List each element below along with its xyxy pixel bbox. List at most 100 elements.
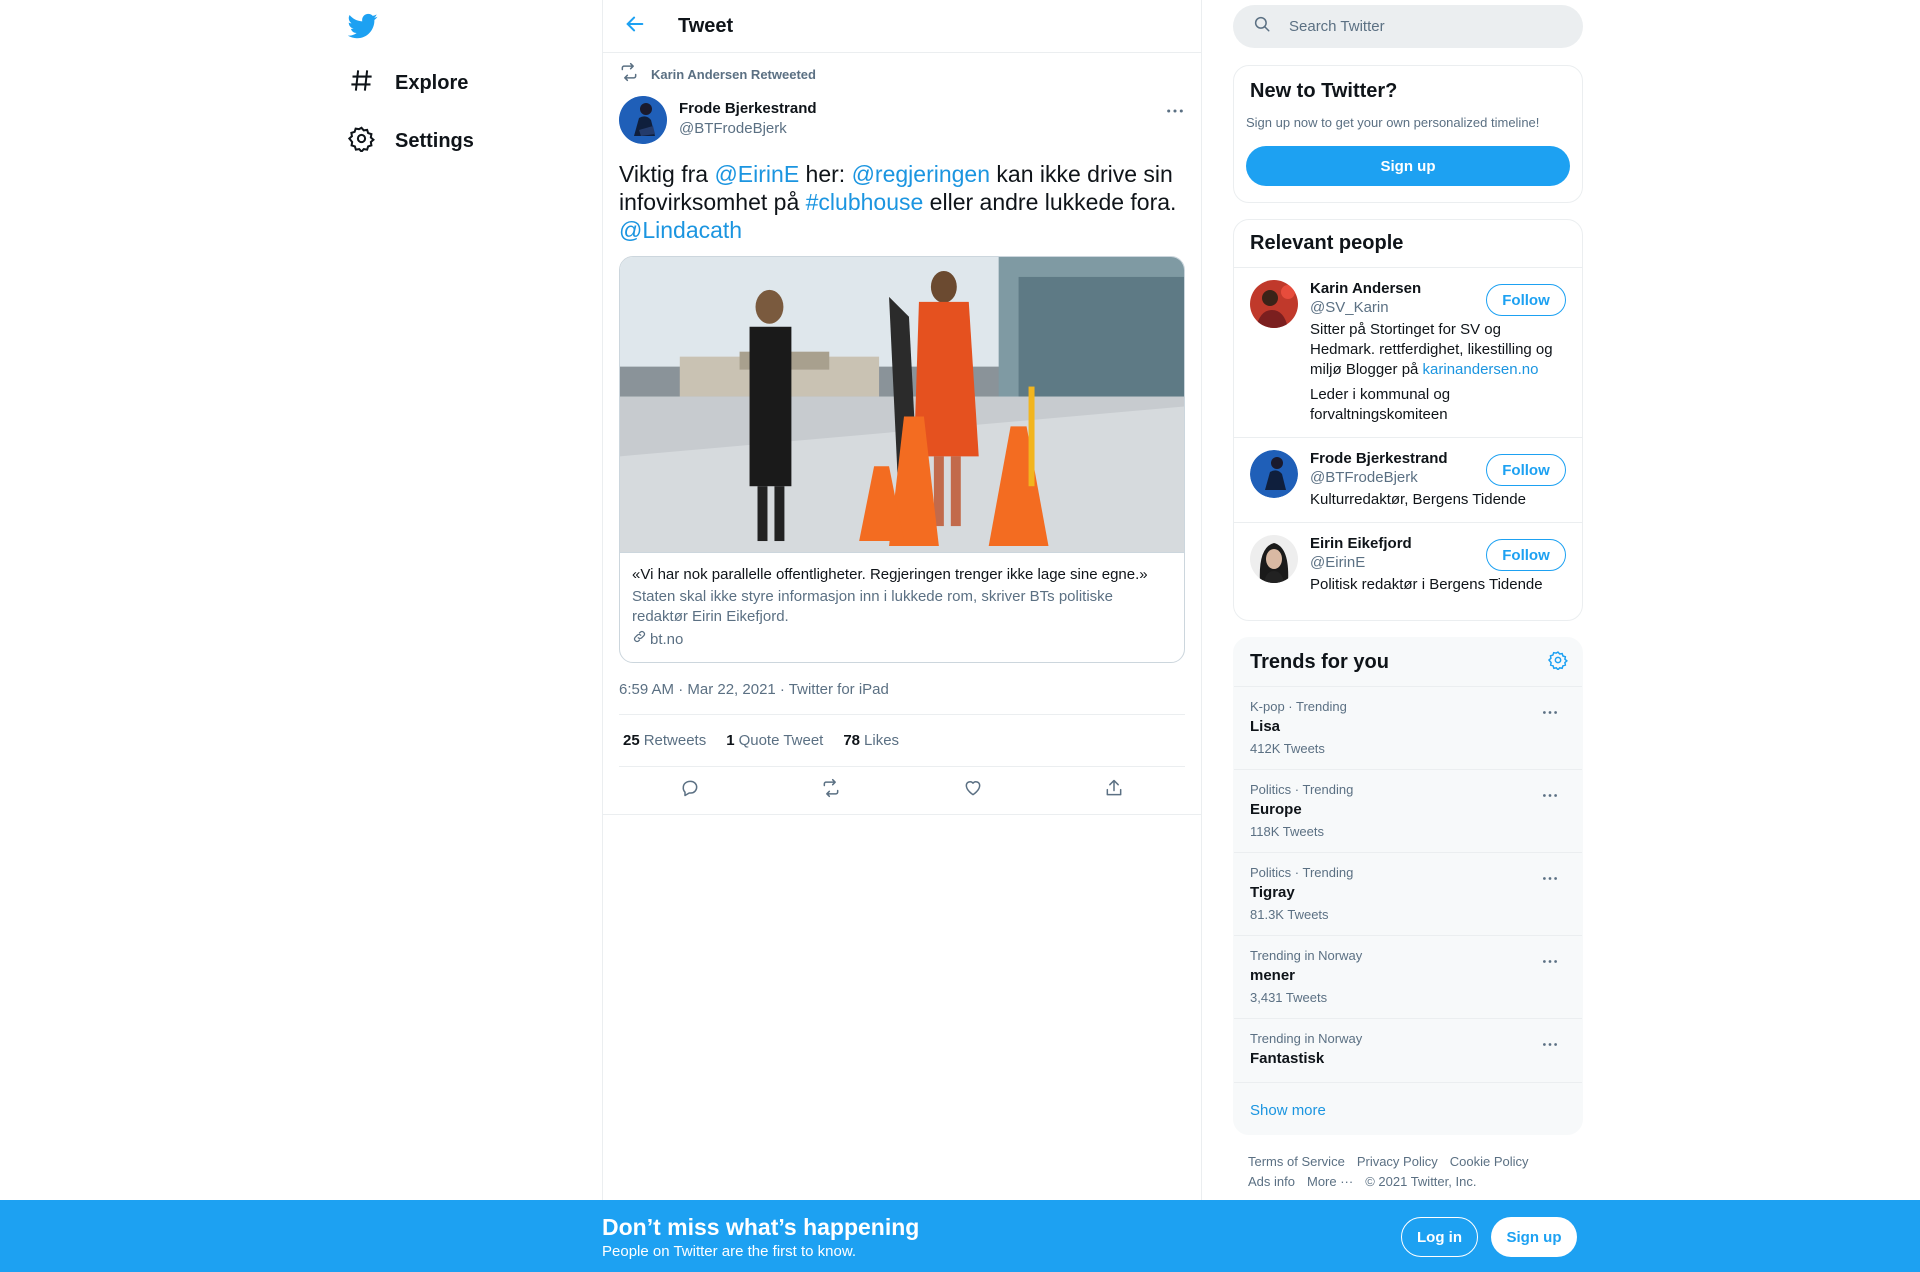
tweet-timestamp[interactable]: 6:59 AM · Mar 22, 2021 · Twitter for iPa… (619, 681, 1185, 715)
author-handle[interactable]: @BTFrodeBjerk (679, 120, 817, 137)
trend-more-button[interactable] (1540, 950, 1560, 970)
more-dots-icon (1542, 702, 1558, 720)
twitter-logo-icon[interactable] (347, 11, 378, 41)
likes-count-label: Likes (864, 732, 900, 749)
search-icon (1233, 15, 1271, 38)
mention-link[interactable]: @EirinE (714, 161, 799, 187)
mention-link[interactable]: @Lindacath (619, 217, 742, 243)
trend-count: 412K Tweets (1250, 741, 1325, 756)
trends-settings-gear-icon[interactable] (1547, 650, 1568, 675)
trend-more-button[interactable] (1540, 701, 1560, 721)
likes-count[interactable]: 78 Likes (843, 732, 899, 749)
trend-context: Politics · Trending (1250, 865, 1354, 880)
share-button[interactable] (1095, 772, 1133, 810)
more-dots-icon (1166, 101, 1184, 119)
login-button[interactable]: Log in (1401, 1217, 1478, 1257)
trend-item[interactable]: Trending in Norway Fantastisk (1234, 1019, 1582, 1083)
nav-settings-label: Settings (395, 129, 474, 152)
trend-name: Tigray (1250, 884, 1295, 901)
person-item[interactable]: Karin Andersen @SV_Karin Sitter på Stort… (1234, 268, 1582, 438)
trend-item[interactable]: Trending in Norway mener 3,431 Tweets (1234, 936, 1582, 1019)
bio-link[interactable]: karinandersen.no (1423, 361, 1539, 378)
person-item[interactable]: Frode Bjerkestrand @BTFrodeBjerk Kulturr… (1234, 438, 1582, 523)
trend-name: Fantastisk (1250, 1050, 1325, 1067)
trend-more-button[interactable] (1540, 867, 1560, 887)
footer-copyright: © 2021 Twitter, Inc. (1365, 1174, 1477, 1189)
retweets-count-number: 25 (623, 732, 640, 749)
person-item[interactable]: Eirin Eikefjord @EirinE Politisk redaktø… (1234, 523, 1582, 607)
tweet: Karin Andersen Retweeted Frode Bjerkestr… (603, 62, 1201, 815)
search-input[interactable] (1289, 18, 1549, 35)
footer-link-cookie[interactable]: Cookie Policy (1450, 1154, 1529, 1169)
main-column: Tweet Karin Andersen Retweeted Frode Bje… (602, 0, 1202, 1200)
trend-name: Lisa (1250, 718, 1281, 735)
mention-link[interactable]: @regjeringen (852, 161, 990, 187)
tweet-text: Viktig fra @EirinE her: @regjeringen kan… (619, 160, 1189, 244)
nav-settings[interactable]: Settings (347, 117, 474, 165)
retweets-count[interactable]: 25 Retweets (623, 732, 706, 749)
like-button[interactable] (954, 772, 992, 810)
search-box[interactable] (1233, 5, 1583, 48)
likes-count-number: 78 (843, 732, 861, 749)
quote-count[interactable]: 1 Quote Tweet (726, 732, 823, 749)
tweet-text-part: eller andre lukkede fora. (923, 189, 1177, 215)
trend-context: Trending in Norway (1250, 1031, 1363, 1046)
tweet-author: Frode Bjerkestrand @BTFrodeBjerk (619, 96, 1185, 144)
nav-explore[interactable]: Explore (348, 59, 468, 107)
author-name[interactable]: Frode Bjerkestrand (679, 100, 817, 117)
tweet-more-button[interactable] (1165, 100, 1185, 120)
hashtag-link[interactable]: #clubhouse (806, 189, 924, 215)
trend-count: 3,431 Tweets (1250, 990, 1328, 1005)
retweet-button[interactable] (812, 772, 850, 810)
share-icon (1104, 778, 1124, 803)
trend-name: mener (1250, 967, 1296, 984)
trend-item[interactable]: Politics · Trending Europe 118K Tweets (1234, 770, 1582, 853)
trends-show-more-link[interactable]: Show more (1234, 1083, 1582, 1137)
avatar[interactable] (619, 96, 667, 144)
signup-button[interactable]: Sign up (1491, 1217, 1577, 1257)
banner-title: Don’t miss what’s happening (602, 1214, 920, 1240)
footer-link-more[interactable]: More ··· (1307, 1174, 1353, 1189)
trend-more-button[interactable] (1540, 1033, 1560, 1053)
trend-context: K-pop · Trending (1250, 699, 1347, 714)
more-dots-icon (1542, 1034, 1558, 1052)
avatar[interactable] (1250, 535, 1298, 583)
tweet-actions (603, 767, 1201, 815)
more-dots-icon (1542, 868, 1558, 886)
trend-more-button[interactable] (1540, 784, 1560, 804)
back-arrow-icon (624, 13, 646, 40)
new-to-twitter-title: New to Twitter? (1250, 80, 1398, 102)
footer-link-terms[interactable]: Terms of Service (1248, 1154, 1345, 1169)
reply-icon (680, 778, 700, 803)
link-icon (632, 629, 647, 650)
link-card[interactable]: «Vi har nok parallelle offentligheter. R… (619, 256, 1185, 663)
avatar[interactable] (1250, 450, 1298, 498)
follow-button[interactable]: Follow (1486, 454, 1566, 486)
page-title: Tweet (678, 14, 734, 37)
tweet-text-part: her: (799, 161, 852, 187)
trend-item[interactable]: Politics · Trending Tigray 81.3K Tweets (1234, 853, 1582, 936)
avatar[interactable] (1250, 280, 1298, 328)
follow-button[interactable]: Follow (1486, 284, 1566, 316)
link-card-image (620, 257, 1184, 553)
trend-item[interactable]: K-pop · Trending Lisa 412K Tweets (1234, 687, 1582, 770)
main-header: Tweet (603, 0, 1201, 53)
trend-name: Europe (1250, 801, 1302, 818)
signup-banner: Don’t miss what’s happening People on Tw… (0, 1200, 1920, 1272)
follow-button[interactable]: Follow (1486, 539, 1566, 571)
banner-subtitle: People on Twitter are the first to know. (602, 1243, 857, 1260)
person-bio: Kulturredaktør, Bergens Tidende (1310, 491, 1526, 508)
new-to-twitter-subtitle: Sign up now to get your own personalized… (1246, 115, 1540, 130)
retweet-context[interactable]: Karin Andersen Retweeted (619, 62, 1185, 84)
back-button[interactable] (616, 7, 654, 45)
sidebar-signup-button[interactable]: Sign up (1246, 146, 1570, 186)
more-dots-icon (1542, 785, 1558, 803)
nav-explore-label: Explore (395, 71, 469, 94)
footer-link-privacy[interactable]: Privacy Policy (1357, 1154, 1438, 1169)
footer-link-ads-info[interactable]: Ads info (1248, 1174, 1295, 1189)
reply-button[interactable] (671, 772, 709, 810)
link-card-domain: bt.no (632, 629, 1172, 650)
trend-context: Trending in Norway (1250, 948, 1363, 963)
retweet-icon (821, 778, 841, 803)
quote-count-label: Quote Tweet (738, 732, 824, 749)
